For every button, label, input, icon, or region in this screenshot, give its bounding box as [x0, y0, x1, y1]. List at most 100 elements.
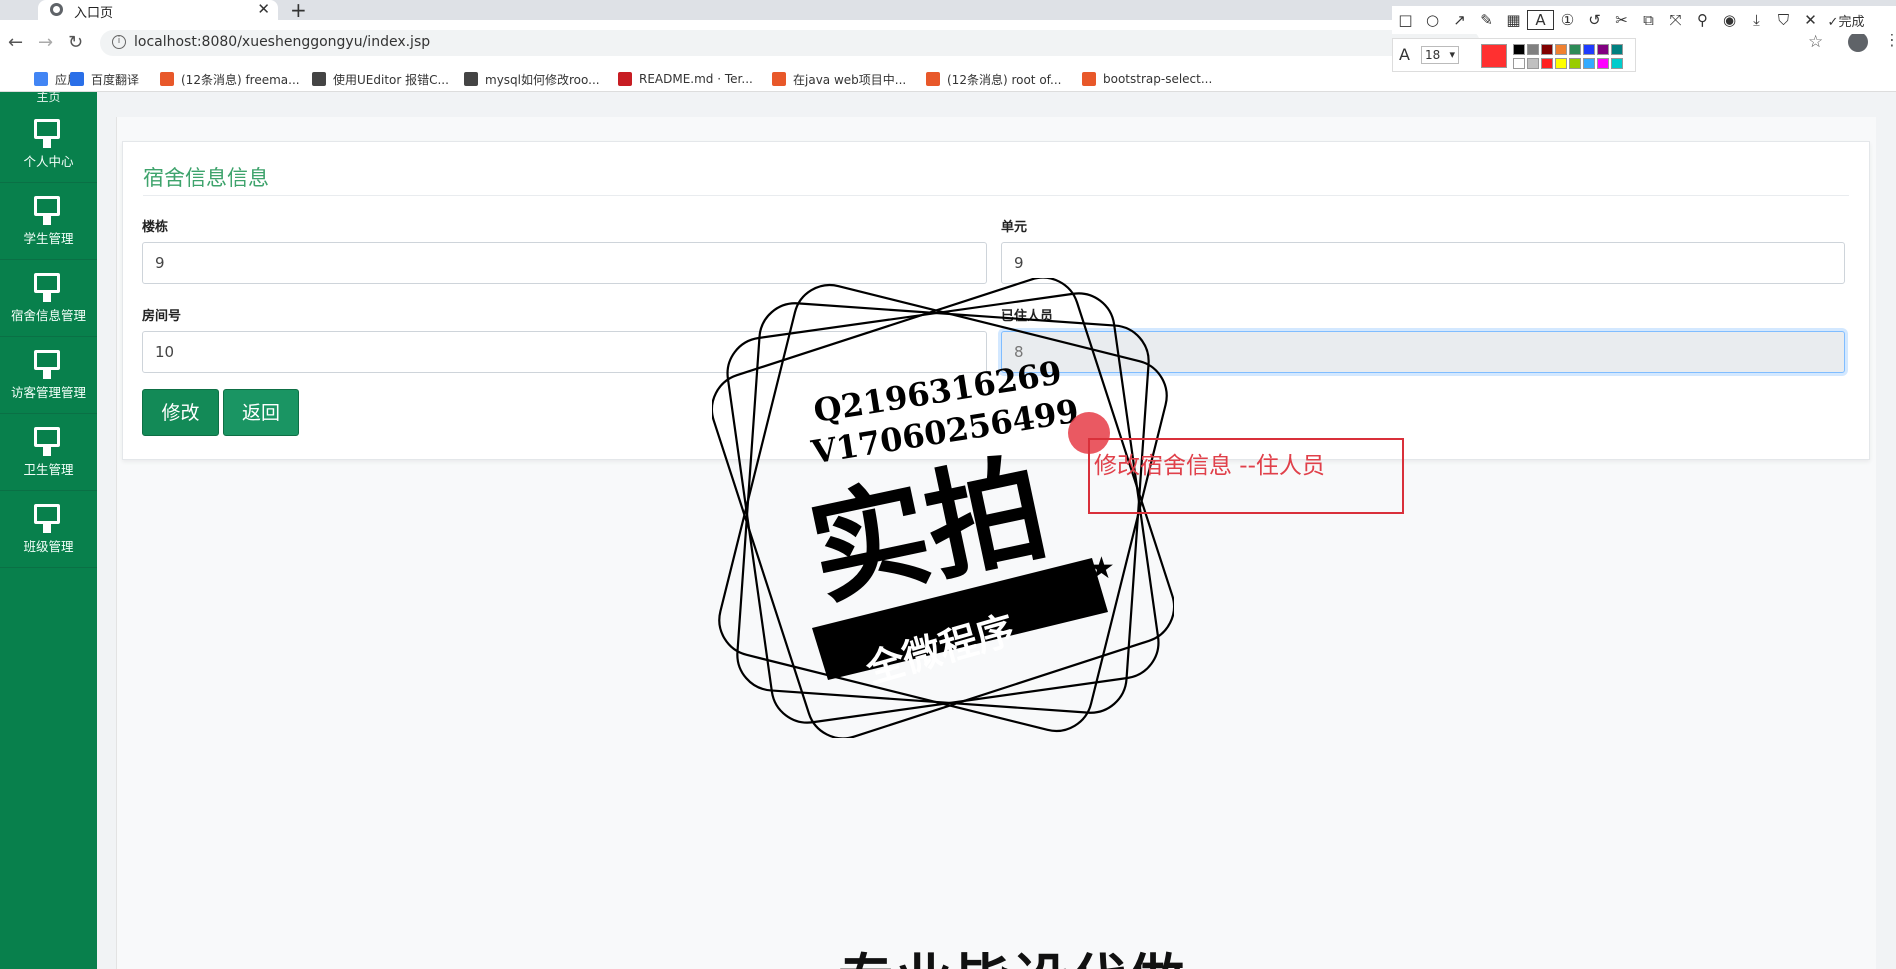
sidebar-item-label: 学生管理	[23, 231, 74, 246]
apple-menu-icon[interactable]	[10, 1, 24, 17]
palette-color-swatch[interactable]	[1597, 58, 1609, 69]
translate-icon[interactable]: ⤧	[1662, 11, 1689, 29]
sidebar-item[interactable]: 学生管理	[0, 183, 97, 260]
bookmark-label: 在java web项目中...	[793, 72, 907, 87]
record-icon[interactable]: ◉	[1716, 11, 1743, 29]
title-divider	[143, 195, 1849, 196]
tab-close-icon[interactable]: ✕	[257, 0, 270, 18]
profile-avatar-icon[interactable]	[1848, 32, 1868, 52]
check-icon: ✓	[1827, 14, 1839, 30]
pen-tool-icon[interactable]: ✎	[1473, 11, 1500, 29]
palette-color-swatch[interactable]	[1583, 44, 1595, 55]
bookmark-label: bootstrap-select...	[1103, 72, 1213, 86]
undo-icon[interactable]: ↺	[1581, 11, 1608, 29]
sidebar-item-label: 宿舍信息管理	[10, 308, 86, 323]
back-icon[interactable]: ←	[8, 32, 23, 53]
screenshot-options: A 18	[1392, 38, 1636, 72]
room-label: 房间号	[142, 309, 182, 324]
tab-title: 入口页	[74, 6, 114, 21]
monitor-icon	[34, 427, 60, 456]
bottom-watermark-text: 专业毕设代做	[838, 936, 1186, 969]
pin-icon[interactable]: ⚲	[1689, 11, 1716, 29]
bookmark-item[interactable]: 使用UEditor 报错C...	[312, 69, 449, 89]
ocr-icon[interactable]: ⧉	[1635, 11, 1662, 29]
download-icon[interactable]: ⤓	[1743, 11, 1770, 29]
bookmark-item[interactable]: (12条消息) root of...	[926, 69, 1061, 89]
bookmark-favicon-icon	[464, 72, 478, 86]
bookmark-label: (12条消息) freema...	[181, 72, 300, 87]
number-tool-icon[interactable]: ①	[1554, 11, 1581, 29]
browser-tab[interactable]: 入口页 ✕	[38, 0, 278, 21]
monitor-icon	[34, 504, 60, 533]
bookmark-label: README.md · Ter...	[639, 72, 753, 86]
palette-color-swatch[interactable]	[1611, 44, 1623, 55]
bookmark-item[interactable]: 在java web项目中...	[772, 69, 906, 89]
done-label: 完成	[1838, 14, 1865, 30]
annotation-text: 修改宿舍信息 --住人员	[1094, 453, 1325, 479]
palette-color-swatch[interactable]	[1569, 44, 1581, 55]
font-size-select[interactable]: 18	[1421, 46, 1459, 64]
bookmark-label: 使用UEditor 报错C...	[333, 72, 449, 87]
url-field[interactable]: i localhost:8080/xueshenggongyu/index.js…	[100, 30, 1480, 56]
bookmark-favicon-icon	[926, 72, 940, 86]
bookmark-item[interactable]: mysql如何修改roo...	[464, 69, 600, 89]
bookmark-label: (12条消息) root of...	[947, 72, 1062, 87]
sidebar-item-label: 卫生管理	[23, 462, 74, 477]
done-button[interactable]: ✓完成	[1824, 11, 1868, 30]
palette-color-swatch[interactable]	[1541, 58, 1553, 69]
cut-icon[interactable]: ✂	[1608, 11, 1635, 29]
palette-color-swatch[interactable]	[1527, 44, 1539, 55]
mosaic-tool-icon[interactable]: ▦	[1500, 11, 1527, 29]
monitor-icon	[34, 350, 60, 379]
font-size-icon: A	[1399, 45, 1410, 64]
cancel-icon[interactable]: ✕	[1797, 11, 1824, 29]
palette-color-swatch[interactable]	[1597, 44, 1609, 55]
star-right-icon: ★	[1088, 551, 1115, 586]
sidebar-item[interactable]: 班级管理	[0, 491, 97, 568]
palette-color-swatch[interactable]	[1569, 58, 1581, 69]
building-label: 楼栋	[142, 220, 169, 235]
palette-color-swatch[interactable]	[1527, 58, 1539, 69]
tab-favicon-icon	[50, 3, 63, 16]
palette-color-swatch[interactable]	[1513, 44, 1525, 55]
bookmark-favicon-icon	[1082, 72, 1096, 86]
site-info-icon[interactable]: i	[112, 35, 126, 49]
bookmark-star-icon[interactable]: ☆	[1808, 32, 1823, 52]
forward-icon[interactable]: →	[38, 32, 53, 53]
sidebar-item[interactable]: 卫生管理	[0, 414, 97, 491]
text-tool-icon[interactable]: A	[1527, 10, 1554, 30]
bookmark-item[interactable]: bootstrap-select...	[1082, 69, 1212, 89]
sidebar-item-label: 访客管理管理	[10, 385, 86, 400]
sidebar-item-label: 个人中心	[23, 154, 74, 169]
palette-color-swatch[interactable]	[1611, 58, 1623, 69]
monitor-icon	[34, 119, 60, 148]
sidebar-item[interactable]: 访客管理管理	[0, 337, 97, 414]
bookmark-favicon-icon	[312, 72, 326, 86]
current-color-swatch[interactable]	[1481, 44, 1507, 68]
monitor-icon	[34, 196, 60, 225]
bookmark-label: mysql如何修改roo...	[485, 72, 600, 87]
palette-color-swatch[interactable]	[1555, 44, 1567, 55]
ellipse-tool-icon[interactable]: ○	[1419, 11, 1446, 29]
bookmark-item[interactable]: 百度翻译	[70, 69, 139, 89]
new-tab-icon[interactable]: +	[290, 0, 307, 22]
edit-button[interactable]: 修改	[142, 389, 219, 436]
save-icon[interactable]: ⛉	[1770, 11, 1797, 29]
sidebar-item-home[interactable]: 主页	[0, 92, 97, 106]
sidebar: 主页 个人中心学生管理宿舍信息管理 访客管理管理 卫生管理班级管理	[0, 92, 97, 969]
bookmark-item[interactable]: (12条消息) freema...	[160, 69, 300, 89]
sidebar-item[interactable]: 宿舍信息管理	[0, 260, 97, 337]
bookmark-label: 百度翻译	[91, 72, 140, 87]
bookmark-favicon-icon	[70, 72, 84, 86]
reload-icon[interactable]: ↻	[68, 32, 83, 53]
palette-color-swatch[interactable]	[1541, 44, 1553, 55]
palette-color-swatch[interactable]	[1513, 58, 1525, 69]
rectangle-tool-icon[interactable]: □	[1392, 11, 1419, 29]
palette-color-swatch[interactable]	[1583, 58, 1595, 69]
bookmark-favicon-icon	[34, 72, 48, 86]
back-button[interactable]: 返回	[223, 389, 299, 436]
palette-color-swatch[interactable]	[1555, 58, 1567, 69]
arrow-tool-icon[interactable]: ↗	[1446, 11, 1473, 29]
sidebar-item[interactable]: 个人中心	[0, 106, 97, 183]
bookmark-item[interactable]: README.md · Ter...	[618, 69, 753, 89]
